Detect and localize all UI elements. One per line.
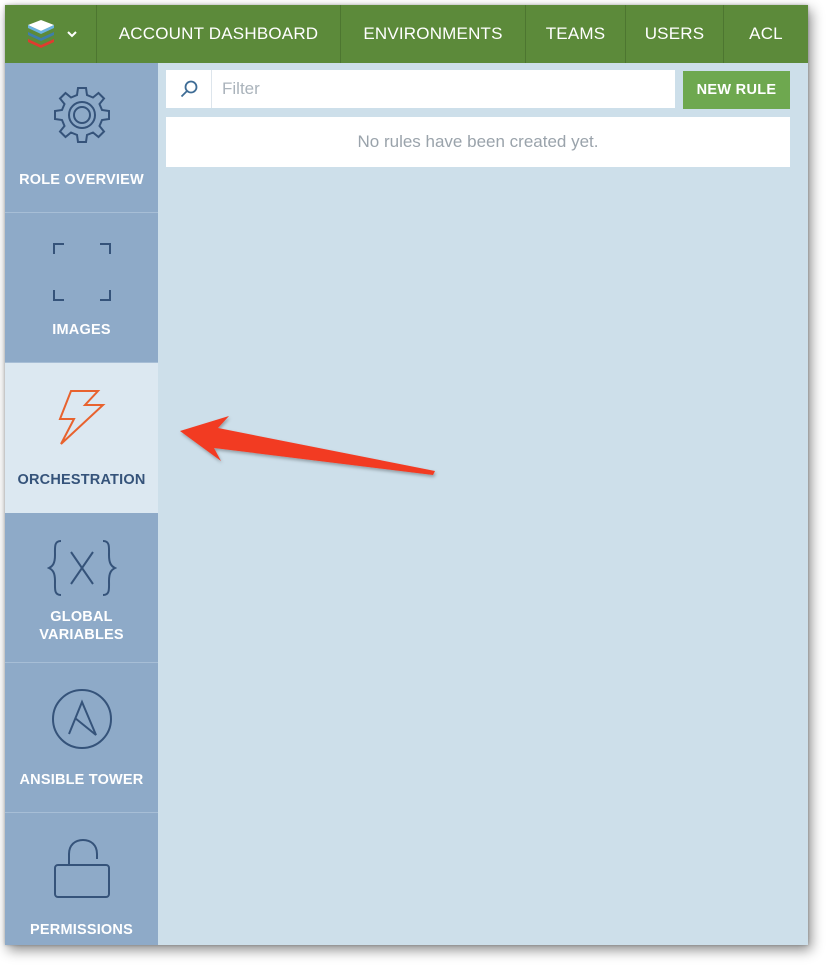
top-nav-bar: ACCOUNT DASHBOARD ENVIRONMENTS TEAMS USE… [5, 5, 808, 63]
sidebar-item-permissions[interactable]: PERMISSIONS [5, 813, 158, 945]
chevron-down-icon [66, 31, 77, 38]
sidebar: ROLE OVERVIEW IMAGES ORCHESTRATION GLOBA… [5, 63, 158, 945]
sidebar-item-orchestration[interactable]: ORCHESTRATION [5, 363, 158, 513]
nav-users[interactable]: USERS [626, 5, 724, 63]
filter-bar [166, 70, 675, 108]
sidebar-item-role-overview[interactable]: ROLE OVERVIEW [5, 63, 158, 213]
sidebar-item-ansible-tower[interactable]: ANSIBLE TOWER [5, 663, 158, 813]
sidebar-item-images[interactable]: IMAGES [5, 213, 158, 363]
sidebar-item-label: ORCHESTRATION [17, 472, 146, 488]
filter-input[interactable] [212, 70, 675, 108]
sidebar-item-label: GLOBAL [50, 609, 113, 625]
sidebar-item-label: ANSIBLE TOWER [19, 772, 144, 788]
stack-logo-icon [27, 20, 54, 48]
search-icon[interactable] [166, 70, 212, 108]
padlock-icon [5, 837, 158, 901]
nav-acl[interactable]: ACL [724, 5, 808, 63]
nav-environments[interactable]: ENVIRONMENTS [341, 5, 526, 63]
sidebar-item-label: PERMISSIONS [30, 922, 133, 938]
nav-account-dashboard[interactable]: ACCOUNT DASHBOARD [97, 5, 341, 63]
image-frame-icon [5, 241, 158, 303]
sidebar-item-label: ROLE OVERVIEW [19, 172, 144, 188]
sidebar-item-global-variables[interactable]: GLOBAL VARIABLES [5, 513, 158, 663]
sidebar-item-label: IMAGES [52, 322, 111, 338]
variable-braces-icon [5, 537, 158, 599]
nav-teams[interactable]: TEAMS [526, 5, 626, 63]
sidebar-item-label: VARIABLES [39, 627, 124, 643]
app-menu-button[interactable] [5, 5, 97, 63]
new-rule-button[interactable]: NEW RULE [683, 71, 790, 109]
gear-icon [5, 85, 158, 147]
ansible-logo-icon [5, 687, 158, 751]
app-window: ACCOUNT DASHBOARD ENVIRONMENTS TEAMS USE… [5, 5, 808, 945]
lightning-bolt-icon [5, 387, 158, 447]
empty-rules-message: No rules have been created yet. [166, 117, 790, 167]
